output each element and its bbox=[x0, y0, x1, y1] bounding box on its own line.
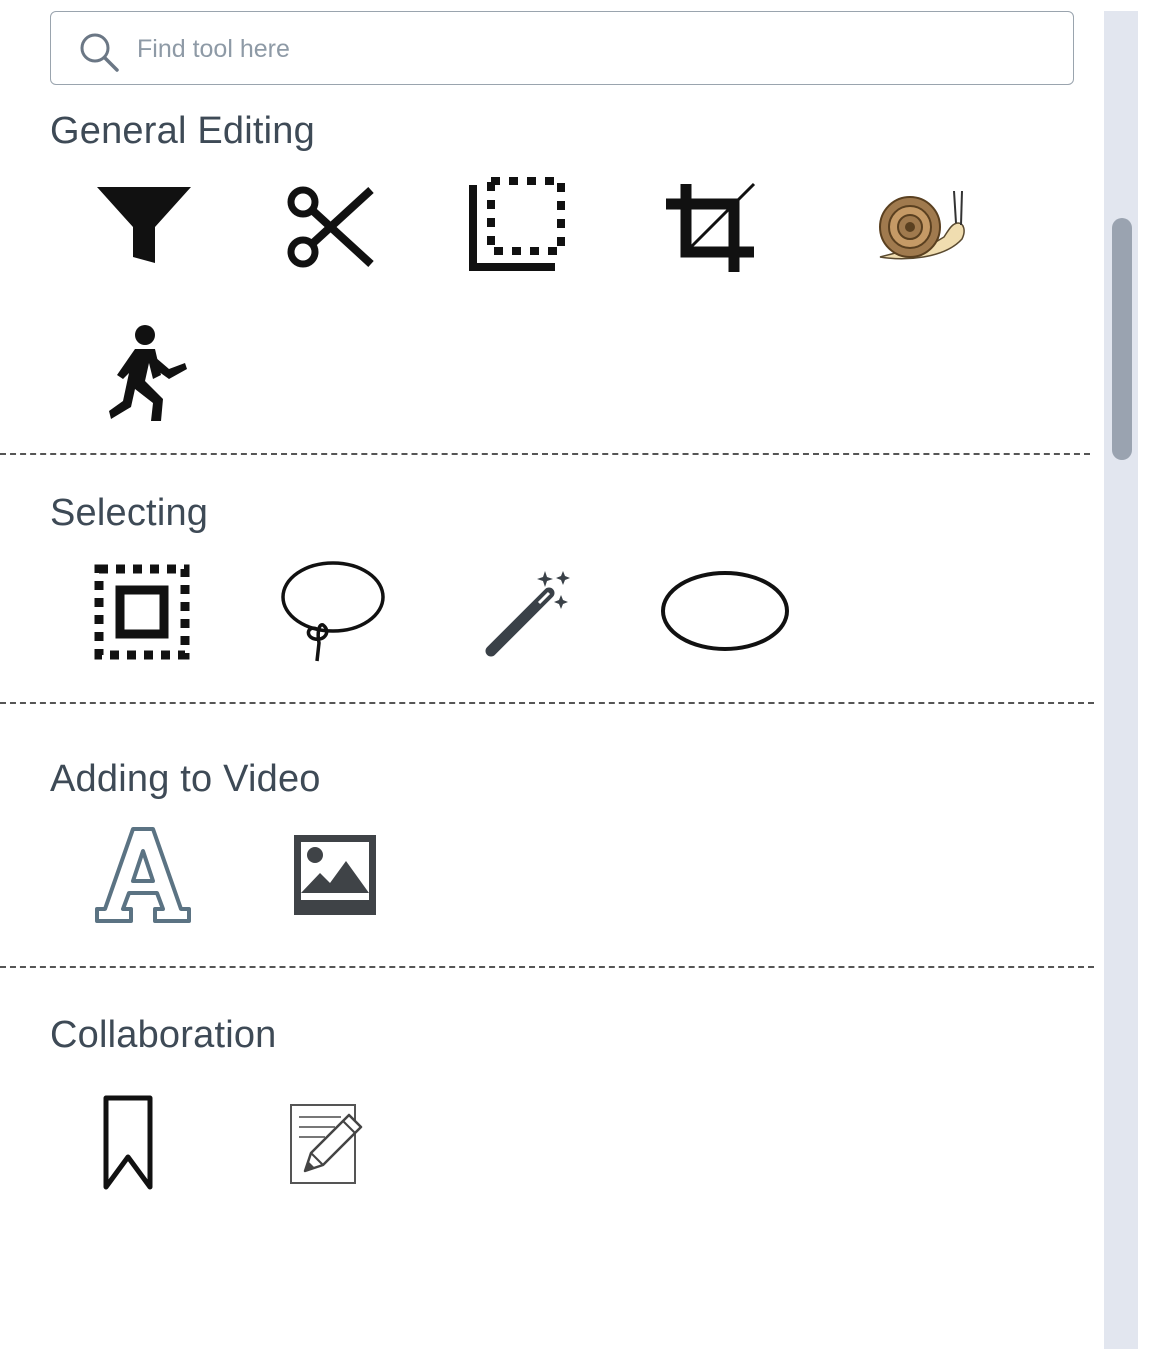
image-icon bbox=[294, 835, 376, 915]
add-image-tool[interactable] bbox=[290, 832, 380, 918]
tools-panel: General Editing bbox=[0, 0, 1100, 1360]
ellipse-select-tool[interactable] bbox=[658, 568, 792, 654]
magic-wand-icon bbox=[485, 571, 570, 657]
note-edit-icon bbox=[290, 1104, 363, 1184]
run-tool[interactable] bbox=[104, 322, 190, 424]
scissors-icon bbox=[287, 186, 374, 268]
section-title-general-editing: General Editing bbox=[50, 110, 315, 152]
scrollbar-track[interactable] bbox=[1104, 11, 1138, 1349]
section-divider bbox=[0, 966, 1094, 968]
trim-tool[interactable] bbox=[464, 174, 566, 274]
section-divider bbox=[0, 702, 1094, 704]
rectangle-select-icon bbox=[94, 564, 190, 660]
note-tool[interactable] bbox=[284, 1098, 366, 1188]
bookmark-tool[interactable] bbox=[100, 1092, 156, 1194]
running-person-icon bbox=[109, 325, 187, 421]
ellipse-select-icon bbox=[661, 571, 789, 651]
section-title-collaboration: Collaboration bbox=[50, 1014, 277, 1056]
crop-icon bbox=[666, 182, 756, 272]
rectangle-select-tool[interactable] bbox=[92, 562, 192, 662]
lasso-select-tool[interactable] bbox=[278, 558, 388, 664]
slow-motion-tool[interactable] bbox=[874, 186, 970, 266]
section-title-adding-to-video: Adding to Video bbox=[50, 758, 321, 800]
trim-corner-icon bbox=[469, 177, 565, 271]
lasso-icon bbox=[281, 561, 385, 662]
scrollbar-thumb[interactable] bbox=[1112, 218, 1132, 460]
search-box[interactable] bbox=[50, 11, 1074, 85]
filter-tool[interactable] bbox=[94, 180, 194, 270]
snail-slow-motion-icon bbox=[879, 190, 965, 260]
text-letter-a-icon bbox=[95, 827, 191, 923]
magic-wand-tool[interactable] bbox=[480, 566, 574, 658]
add-text-tool[interactable] bbox=[92, 824, 194, 924]
section-divider bbox=[0, 453, 1090, 455]
crop-tool[interactable] bbox=[662, 180, 758, 274]
search-icon bbox=[80, 33, 119, 72]
bookmark-icon bbox=[103, 1095, 153, 1190]
cut-tool[interactable] bbox=[284, 182, 378, 272]
section-title-selecting: Selecting bbox=[50, 492, 209, 534]
search-input[interactable] bbox=[135, 24, 1039, 74]
filter-icon bbox=[97, 187, 191, 263]
